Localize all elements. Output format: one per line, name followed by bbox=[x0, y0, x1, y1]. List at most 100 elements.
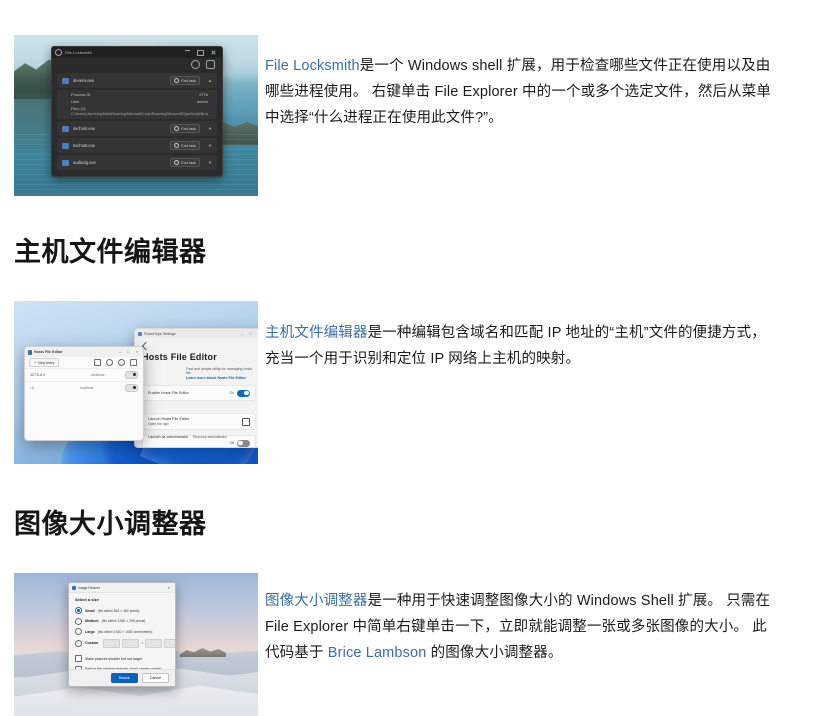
refresh-icon[interactable] bbox=[191, 60, 200, 69]
close-icon[interactable] bbox=[211, 50, 216, 55]
image-resizer-screenshot: Image Resizer × Select a size Small (fit… bbox=[14, 573, 258, 716]
window-titlebar: PowerToys Settings – □ × bbox=[135, 329, 258, 338]
copy-icon[interactable] bbox=[206, 60, 215, 69]
enable-row: Enable Hosts File Editor On bbox=[142, 385, 256, 401]
window-toolbar bbox=[52, 58, 222, 71]
files-label: Files (1) bbox=[71, 106, 86, 111]
checkbox-label: Make pictures smaller but not larger bbox=[85, 656, 143, 661]
user-value: admin bbox=[197, 99, 208, 104]
cancel-button[interactable]: Cancel bbox=[141, 673, 169, 683]
user-label: User bbox=[71, 99, 80, 104]
end-task-button[interactable]: End task bbox=[170, 124, 201, 133]
settings-subtitle: Fast and simple utility for managing hos… bbox=[186, 367, 253, 375]
powertoys-icon bbox=[138, 331, 142, 336]
file-locksmith-screenshot: File Locksmith devenv.exe End task ▲ Pro… bbox=[14, 35, 258, 196]
host-entry-row[interactable]: 127.0.0.1 localhost bbox=[25, 368, 143, 381]
sort-icon[interactable] bbox=[106, 359, 113, 366]
resize-button[interactable]: Resize bbox=[110, 673, 138, 683]
hosts-file-editor-link[interactable]: 主机文件编辑器 bbox=[265, 325, 368, 341]
app-icon bbox=[55, 49, 62, 56]
process-icon bbox=[62, 142, 69, 149]
dialog-footer: Resize Cancel bbox=[69, 669, 175, 686]
learn-more-link[interactable]: Learn more about Hosts File Editor bbox=[186, 376, 256, 380]
end-task-label: End task bbox=[181, 126, 197, 131]
settings-icon[interactable] bbox=[130, 359, 137, 366]
enable-row-control: On bbox=[229, 389, 250, 397]
custom-separator: × bbox=[141, 641, 144, 645]
radio-icon[interactable] bbox=[75, 628, 82, 635]
custom-width-input[interactable] bbox=[122, 638, 140, 648]
end-task-button[interactable]: End task bbox=[170, 158, 201, 167]
info-icon[interactable] bbox=[118, 359, 125, 366]
size-option-medium[interactable]: Medium (fits within 1366 × 768 pixels) bbox=[75, 617, 169, 625]
image-resizer-link[interactable]: 图像大小调整器 bbox=[265, 593, 368, 609]
process-id-label: Process ID bbox=[71, 92, 91, 97]
admin-row: Launch as administrator Requires adminis… bbox=[142, 435, 256, 447]
maximize-icon[interactable]: □ bbox=[249, 331, 251, 336]
radio-icon[interactable] bbox=[75, 617, 82, 625]
chevron-down-icon[interactable]: ▼ bbox=[208, 143, 212, 148]
custom-fit-select[interactable] bbox=[103, 638, 121, 648]
select-size-label: Select a size bbox=[75, 597, 99, 602]
window-controls bbox=[185, 49, 219, 56]
detail-row-process-id: Process ID 2776 bbox=[57, 91, 217, 98]
process-row[interactable]: svchost.exe End task ▼ bbox=[57, 121, 217, 136]
process-row[interactable]: svchost.exe End task ▼ bbox=[57, 138, 217, 153]
size-option-large[interactable]: Large (fits within 1920 × 1080 centimete… bbox=[75, 628, 169, 635]
radio-icon[interactable] bbox=[75, 607, 82, 614]
brice-lambson-link[interactable]: Brice Lambson bbox=[328, 645, 427, 661]
app-icon bbox=[28, 349, 32, 355]
new-entry-label: New entry bbox=[38, 360, 55, 365]
maximize-icon[interactable] bbox=[197, 49, 204, 56]
filter-icon[interactable] bbox=[94, 359, 101, 366]
size-option-name: Custom bbox=[85, 641, 99, 645]
process-name: svchost.exe bbox=[73, 126, 96, 131]
end-task-label: End task bbox=[181, 78, 197, 83]
custom-size-fields: × bbox=[103, 638, 175, 648]
process-row[interactable]: audiodg.exe End task ▼ bbox=[57, 155, 217, 170]
settings-body: Hosts File Editor Fast and simple utilit… bbox=[135, 338, 258, 447]
admin-toggle[interactable] bbox=[237, 439, 250, 447]
process-name: devenv.exe bbox=[73, 78, 95, 83]
process-row[interactable]: devenv.exe End task ▲ bbox=[57, 73, 217, 88]
enable-toggle[interactable] bbox=[237, 389, 250, 397]
end-task-button[interactable]: End task bbox=[170, 141, 201, 150]
address-value: localhost bbox=[91, 373, 105, 377]
file-locksmith-window: File Locksmith devenv.exe End task ▲ Pro… bbox=[51, 46, 223, 177]
entry-toggle[interactable] bbox=[125, 371, 138, 379]
checkbox-smaller-not-larger[interactable]: Make pictures smaller but not larger bbox=[75, 655, 169, 662]
size-option-custom[interactable]: Custom × bbox=[75, 638, 175, 648]
chevron-down-icon[interactable]: ▼ bbox=[208, 160, 212, 165]
window-titlebar: Hosts File Editor – □ × bbox=[25, 347, 143, 357]
entry-toggle[interactable] bbox=[125, 384, 138, 392]
close-icon[interactable]: × bbox=[168, 585, 172, 590]
size-option-small[interactable]: Small (fits within 854 × 480 pixels) bbox=[75, 607, 169, 614]
maximize-icon[interactable]: □ bbox=[127, 350, 129, 354]
open-external-icon[interactable] bbox=[242, 417, 250, 426]
minimize-icon[interactable]: – bbox=[241, 331, 243, 336]
checkbox-icon[interactable] bbox=[75, 655, 82, 662]
launch-row-label: Launch Hosts File Editor bbox=[148, 417, 190, 421]
host-entry-row[interactable]: ::1 localhost bbox=[25, 381, 143, 394]
window-controls: – □ × bbox=[241, 331, 258, 336]
file-locksmith-link[interactable]: File Locksmith bbox=[265, 58, 360, 74]
process-icon bbox=[62, 125, 69, 132]
new-entry-button[interactable]: + New entry bbox=[29, 358, 60, 367]
chevron-up-icon[interactable]: ▲ bbox=[208, 78, 212, 83]
process-name: audiodg.exe bbox=[73, 160, 96, 165]
close-icon[interactable]: × bbox=[136, 350, 138, 354]
toggle-state-label: Off bbox=[229, 441, 234, 445]
minimize-icon[interactable] bbox=[185, 49, 190, 51]
powertoys-settings-window: PowerToys Settings – □ × Hosts File Edit… bbox=[134, 328, 258, 448]
radio-icon[interactable] bbox=[75, 639, 82, 647]
dialog-titlebar: Image Resizer × bbox=[69, 583, 175, 593]
minimize-icon[interactable]: – bbox=[119, 350, 121, 354]
end-task-button[interactable]: End task bbox=[170, 76, 201, 85]
custom-unit-select[interactable] bbox=[164, 638, 175, 648]
custom-height-input[interactable] bbox=[145, 638, 163, 648]
enable-row-label: Enable Hosts File Editor bbox=[148, 391, 189, 395]
window-titlebar: File Locksmith bbox=[52, 47, 222, 58]
file-path: C:\Users\Users\AppData\Roaming\Microsoft… bbox=[71, 112, 209, 116]
host-value: 127.0.0.1 bbox=[30, 373, 45, 377]
chevron-down-icon[interactable]: ▼ bbox=[208, 126, 212, 131]
